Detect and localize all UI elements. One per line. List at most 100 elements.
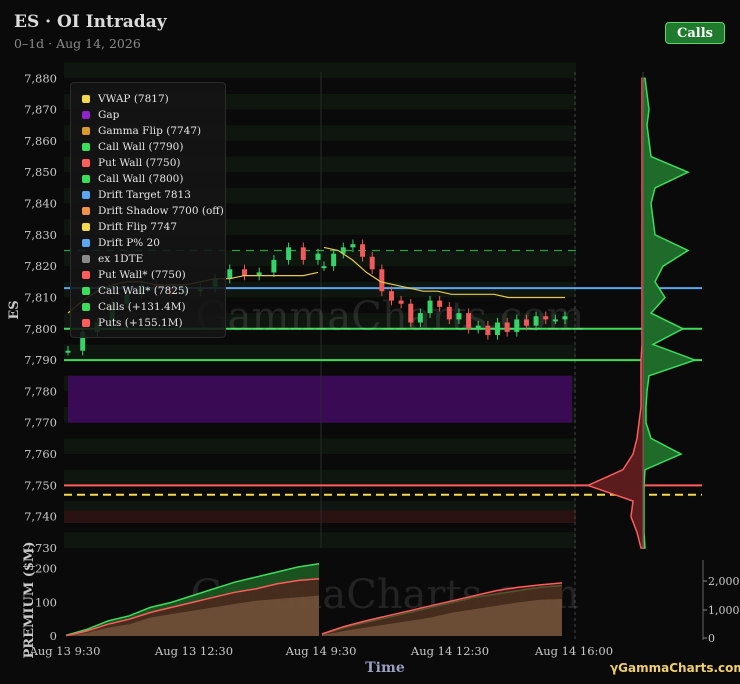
- legend-swatch: [82, 287, 90, 295]
- price-candle: [533, 316, 539, 326]
- legend-label: Gap: [98, 109, 120, 121]
- y-tick-label: 7,880: [24, 71, 57, 85]
- y-tick-label: 7,870: [24, 103, 57, 117]
- x-tick-label: Aug 14 12:30: [410, 644, 489, 658]
- grid-band: [64, 62, 576, 79]
- price-candle: [523, 319, 529, 326]
- y-tick-label: 7,840: [24, 197, 57, 211]
- price-candle: [446, 306, 452, 320]
- price-candle: [65, 350, 71, 353]
- price-candle: [552, 319, 558, 322]
- price-candle: [388, 291, 394, 301]
- legend-label: Call Wall (7790): [98, 141, 184, 153]
- price-candle: [417, 313, 423, 323]
- legend-swatch: [82, 223, 90, 231]
- calls-profile: [642, 77, 698, 549]
- price-candle: [286, 247, 292, 260]
- x-tick-label: Aug 13 12:30: [154, 644, 233, 658]
- x-axis-label: Time: [365, 660, 405, 676]
- price-candle: [331, 253, 337, 267]
- legend-label: ex 1DTE: [98, 253, 144, 265]
- legend-swatch: [82, 255, 90, 263]
- legend-swatch: [82, 143, 90, 151]
- grid-band: [64, 438, 576, 455]
- y-tick-label: 7,760: [24, 447, 57, 461]
- price-candle: [369, 256, 375, 270]
- price-candle: [456, 313, 462, 320]
- price-candle: [408, 303, 414, 323]
- legend-label: Put Wall (7750): [98, 157, 181, 169]
- legend-item[interactable]: Puts (+155.1M): [71, 315, 183, 331]
- premium-axis-label: PREMIUM ($M): [22, 542, 37, 659]
- legend-swatch: [82, 207, 90, 215]
- price-candle: [437, 300, 443, 307]
- legend-label: Drift Target 7813: [98, 189, 191, 201]
- legend-swatch: [82, 175, 90, 183]
- legend-swatch: [82, 191, 90, 199]
- legend-label: Puts (+155.1M): [98, 317, 183, 329]
- price-candle: [504, 322, 510, 332]
- legend-label: Drift Flip 7747: [98, 221, 178, 233]
- legend-label: Drift Shadow 7700 (off): [98, 205, 224, 217]
- x-tick-label: Aug 14 16:00: [534, 644, 613, 658]
- legend-item[interactable]: Call Wall* (7825): [71, 283, 189, 299]
- price-candle: [227, 269, 233, 279]
- x-tick-label: Aug 14 9:30: [285, 644, 357, 658]
- legend-item[interactable]: Call Wall (7790): [71, 139, 183, 155]
- price-candle: [485, 325, 491, 336]
- y-tick-label: 7,810: [24, 290, 57, 304]
- grid-band: [64, 344, 576, 361]
- price-candle: [427, 300, 433, 314]
- price-candle: [398, 300, 404, 304]
- legend-swatch: [82, 271, 90, 279]
- y-tick-label: 7,770: [24, 416, 57, 430]
- legend-item[interactable]: Drift Shadow 7700 (off): [71, 203, 224, 219]
- legend-item[interactable]: Drift Target 7813: [71, 187, 191, 203]
- price-candle: [300, 247, 306, 260]
- premium-right-tick: 2,000: [708, 575, 740, 588]
- legend-item[interactable]: Drift Flip 7747: [71, 219, 177, 235]
- legend-label: Call Wall (7800): [98, 173, 184, 185]
- price-candle: [315, 253, 321, 260]
- legend-swatch: [82, 319, 90, 327]
- legend-item[interactable]: Drift P% 20: [71, 235, 160, 251]
- price-candle: [321, 266, 327, 269]
- legend-swatch: [82, 159, 90, 167]
- y-tick-label: 7,850: [24, 165, 57, 179]
- legend-swatch: [82, 127, 90, 135]
- premium-tick-label: 100: [35, 595, 57, 609]
- price-candle: [475, 325, 481, 329]
- legend-item[interactable]: VWAP (7817): [71, 91, 169, 107]
- price-candle: [514, 319, 520, 332]
- legend-item[interactable]: Calls (+131.4M): [71, 299, 186, 315]
- legend-item[interactable]: Call Wall (7800): [71, 171, 183, 187]
- legend-swatch: [82, 303, 90, 311]
- legend-item[interactable]: Put Wall (7750): [71, 155, 181, 171]
- price-candle: [360, 244, 366, 257]
- legend-swatch: [82, 239, 90, 247]
- legend-label: Call Wall* (7825): [98, 285, 189, 297]
- legend-item[interactable]: Gamma Flip (7747): [71, 123, 201, 139]
- y-tick-label: 7,800: [24, 322, 57, 336]
- premium-tick-label: 0: [50, 629, 57, 643]
- premium-tick-label: 200: [35, 562, 57, 576]
- legend-swatch: [82, 95, 90, 103]
- legend-item[interactable]: Put Wall* (7750): [71, 267, 186, 283]
- price-candle: [466, 313, 472, 329]
- price-candle: [495, 322, 501, 336]
- y-tick-label: 7,830: [24, 228, 57, 242]
- legend-label: VWAP (7817): [98, 93, 169, 105]
- y-axis-label: ES: [7, 300, 22, 319]
- premium-right-tick: 1,000: [708, 604, 740, 617]
- legend-label: Gamma Flip (7747): [98, 125, 202, 137]
- gap-zone: [68, 375, 572, 423]
- y-tick-label: 7,740: [24, 510, 57, 524]
- y-tick-label: 7,820: [24, 259, 57, 273]
- legend-item[interactable]: ex 1DTE: [71, 251, 143, 267]
- legend-label: Drift P% 20: [98, 237, 160, 249]
- legend-label: Calls (+131.4M): [98, 301, 186, 313]
- price-candle: [241, 269, 247, 276]
- puts-profile: [585, 77, 644, 549]
- y-tick-label: 7,780: [24, 384, 57, 398]
- legend-item[interactable]: Gap: [71, 107, 119, 123]
